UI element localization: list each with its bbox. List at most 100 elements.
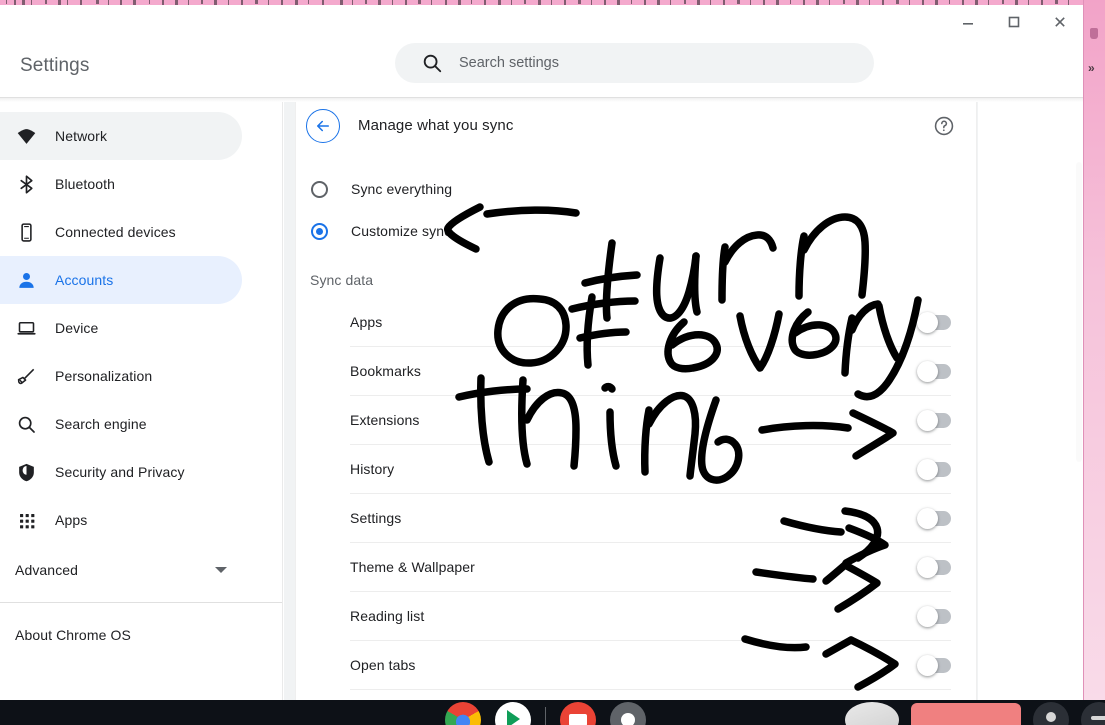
shelf-icon-gmail[interactable] [560, 702, 596, 725]
maximize-button[interactable] [991, 5, 1037, 39]
sync-mode-radio-group: Sync everything Customize sync [296, 149, 976, 252]
tabstrip-speck [790, 0, 791, 4]
shelf-icon-play-store[interactable] [495, 702, 531, 725]
sync-toggle-bookmarks[interactable] [917, 360, 951, 382]
background-side-panel[interactable]: » [1083, 0, 1105, 700]
tabstrip-speck [6, 0, 7, 4]
sync-toggle-apps[interactable] [917, 311, 951, 333]
toggle-knob [917, 556, 938, 578]
laptop-icon [15, 317, 37, 339]
sync-data-list: Apps Bookmarks Extensions History Settings Th… [296, 298, 976, 690]
sidebar-item-label: Network [55, 128, 108, 144]
sync-row: Theme & Wallpaper [350, 543, 951, 592]
shelf-icon-photo[interactable] [845, 702, 899, 725]
sidebar-item-search-engine[interactable]: Search engine [0, 400, 242, 448]
side-panel-glyph-icon [1090, 28, 1098, 39]
sync-toggle-open-tabs[interactable] [917, 654, 951, 676]
arrow-left-icon [317, 120, 329, 131]
sidebar-item-personalization[interactable]: Personalization [0, 352, 242, 400]
shelf-apps-right [845, 702, 1105, 725]
sync-row: Reading list [350, 592, 951, 641]
sidebar-divider [0, 602, 282, 603]
grid-icon [15, 509, 37, 531]
radio-button[interactable] [311, 180, 328, 198]
shelf-icon-status[interactable] [1081, 702, 1105, 725]
search-input[interactable] [459, 55, 858, 71]
chevron-right-double-icon[interactable]: » [1088, 62, 1095, 74]
search-bar[interactable] [395, 43, 874, 83]
person-icon [18, 272, 34, 288]
phone-icon [15, 221, 37, 243]
sync-toggle-extensions[interactable] [917, 409, 951, 431]
tabstrip-speck [149, 0, 150, 4]
tabstrip-speck [896, 0, 899, 4]
content-gutter [978, 102, 1083, 700]
shelf-window-preview[interactable] [911, 703, 1021, 725]
sync-toggle-settings[interactable] [917, 507, 951, 529]
close-icon [1055, 17, 1065, 27]
back-button[interactable] [306, 108, 340, 143]
sidebar-item-label: Device [55, 320, 99, 336]
tabstrip-speck [96, 0, 99, 4]
sidebar-item-device[interactable]: Device [0, 304, 242, 352]
help-button[interactable] [933, 115, 955, 137]
sync-page-title: Manage what you sync [358, 117, 514, 134]
sidebar-item-security-and-privacy[interactable]: Security and Privacy [0, 448, 242, 496]
toggle-knob [917, 507, 938, 529]
sync-row: Open tabs [350, 641, 951, 690]
toggle-knob [917, 311, 938, 333]
help-circle-icon [934, 116, 954, 135]
sync-row: Settings [350, 494, 951, 543]
brush-icon [15, 365, 37, 387]
radio-sync-everything[interactable]: Sync everything [296, 168, 976, 210]
scrollbar-thumb[interactable] [1076, 162, 1082, 462]
sync-item-label: Open tabs [350, 657, 416, 673]
radio-label: Customize sync [351, 223, 452, 239]
settings-window: Settings Network Bluetooth Connected devic… [0, 5, 1083, 700]
minimize-button[interactable] [945, 5, 991, 39]
tabstrip-speck [308, 0, 309, 4]
chevron-down-icon [215, 567, 227, 573]
tabstrip-speck [45, 0, 47, 4]
sidebar-item-label: About Chrome OS [15, 627, 131, 643]
sync-toggle-theme-wallpaper[interactable] [917, 556, 951, 578]
sidebar-item-about-chrome-os[interactable]: About Chrome OS [0, 611, 282, 659]
sidebar-item-label: Connected devices [55, 224, 176, 240]
radio-label: Sync everything [351, 181, 453, 197]
content-scrollbar[interactable] [1075, 102, 1083, 700]
sync-toggle-reading-list[interactable] [917, 605, 951, 627]
sidebar-item-apps[interactable]: Apps [0, 496, 242, 544]
toggle-knob [917, 458, 938, 480]
sync-page-header: Manage what you sync [296, 102, 976, 149]
maximize-icon [1008, 16, 1020, 28]
tabstrip-speck [418, 0, 421, 4]
shelf-icon-chrome[interactable] [445, 702, 481, 725]
toggle-knob [917, 605, 938, 627]
sidebar-item-label: Bluetooth [55, 176, 116, 192]
sidebar-item-label: Security and Privacy [55, 464, 185, 480]
radio-customize-sync[interactable]: Customize sync [296, 210, 976, 252]
radio-button[interactable] [311, 222, 328, 240]
sync-row: Apps [350, 298, 951, 347]
sidebar-item-connected-devices[interactable]: Connected devices [0, 208, 242, 256]
sidebar-item-label: Advanced [15, 562, 79, 578]
settings-header: Settings [0, 35, 1083, 97]
shelf-icon-camera[interactable] [610, 702, 646, 725]
sync-item-label: Apps [350, 314, 383, 330]
sync-item-label: Reading list [350, 608, 425, 624]
search-icon [421, 52, 443, 74]
person-icon [15, 269, 37, 291]
sync-data-section-title: Sync data [310, 272, 374, 288]
sidebar-item-bluetooth[interactable]: Bluetooth [0, 160, 242, 208]
sidebar-item-accounts[interactable]: Accounts [0, 256, 242, 304]
wifi-icon [15, 125, 37, 147]
shelf-icon-microphone[interactable] [1033, 702, 1069, 725]
window-controls [943, 5, 1083, 39]
close-button[interactable] [1037, 5, 1083, 39]
sidebar-item-network[interactable]: Network [0, 112, 242, 160]
wifi-icon [17, 128, 35, 144]
sync-settings-card: Manage what you sync Sync everything Cust… [295, 102, 977, 700]
sync-toggle-history[interactable] [917, 458, 951, 480]
sidebar-item-label: Personalization [55, 368, 153, 384]
sidebar-item-advanced[interactable]: Advanced [0, 546, 282, 594]
